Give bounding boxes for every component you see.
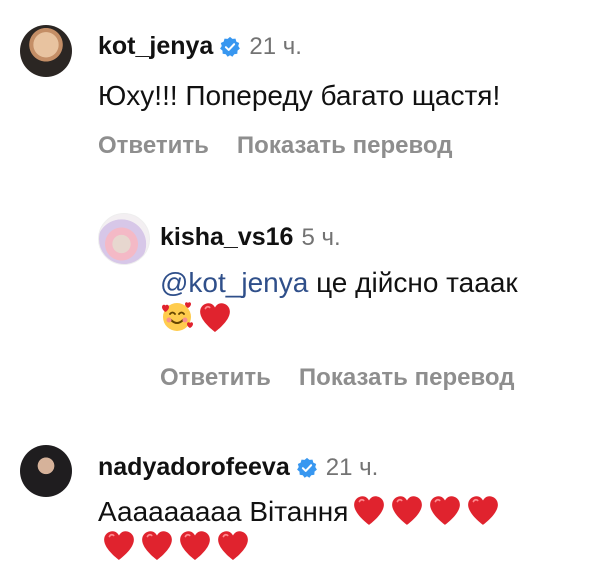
username[interactable]: nadyadorofeeva xyxy=(98,453,290,482)
timestamp: 21 ч. xyxy=(249,32,302,60)
comment-actions: Ответить Показать перевод xyxy=(98,132,452,160)
red-heart-icon xyxy=(390,494,424,526)
comment-text: @kot_jenya це дійсно тааак xyxy=(160,266,590,336)
avatar[interactable] xyxy=(20,445,72,497)
red-heart-icon xyxy=(140,529,174,561)
username[interactable]: kisha_vs16 xyxy=(160,223,293,252)
reply-button[interactable]: Ответить xyxy=(160,364,271,392)
verified-badge-icon xyxy=(219,36,241,58)
reply-button[interactable]: Ответить xyxy=(98,132,209,160)
comment-header: nadyadorofeeva 21 ч. xyxy=(98,453,378,482)
red-heart-icon xyxy=(178,529,212,561)
red-heart-icon xyxy=(466,494,500,526)
red-heart-icon xyxy=(198,301,232,333)
red-heart-icon xyxy=(428,494,462,526)
comment-body: Ааааааааа Вітання xyxy=(98,496,349,527)
comment-header: kot_jenya 21 ч. xyxy=(98,32,302,61)
mention-link[interactable]: @kot_jenya xyxy=(160,267,308,298)
comment-body: це дійсно тааак xyxy=(308,267,518,298)
comment-actions: Ответить Показать перевод xyxy=(160,364,514,392)
red-heart-icon xyxy=(102,529,136,561)
timestamp: 5 ч. xyxy=(301,223,341,251)
verified-badge-icon xyxy=(296,457,318,479)
username[interactable]: kot_jenya xyxy=(98,32,213,61)
avatar[interactable] xyxy=(20,25,72,77)
comment-text: Юху!!! Попереду багато щастя! xyxy=(98,80,501,111)
timestamp: 21 ч. xyxy=(325,453,379,481)
smiling-face-with-hearts-icon xyxy=(162,302,193,331)
comment-text: Ааааааааа Вітання xyxy=(98,494,598,564)
avatar[interactable] xyxy=(98,213,150,265)
red-heart-icon xyxy=(352,494,386,526)
red-heart-icon xyxy=(216,529,250,561)
comment-header: kisha_vs16 5 ч. xyxy=(160,223,341,252)
show-translation-button[interactable]: Показать перевод xyxy=(299,364,515,392)
show-translation-button[interactable]: Показать перевод xyxy=(237,132,453,160)
